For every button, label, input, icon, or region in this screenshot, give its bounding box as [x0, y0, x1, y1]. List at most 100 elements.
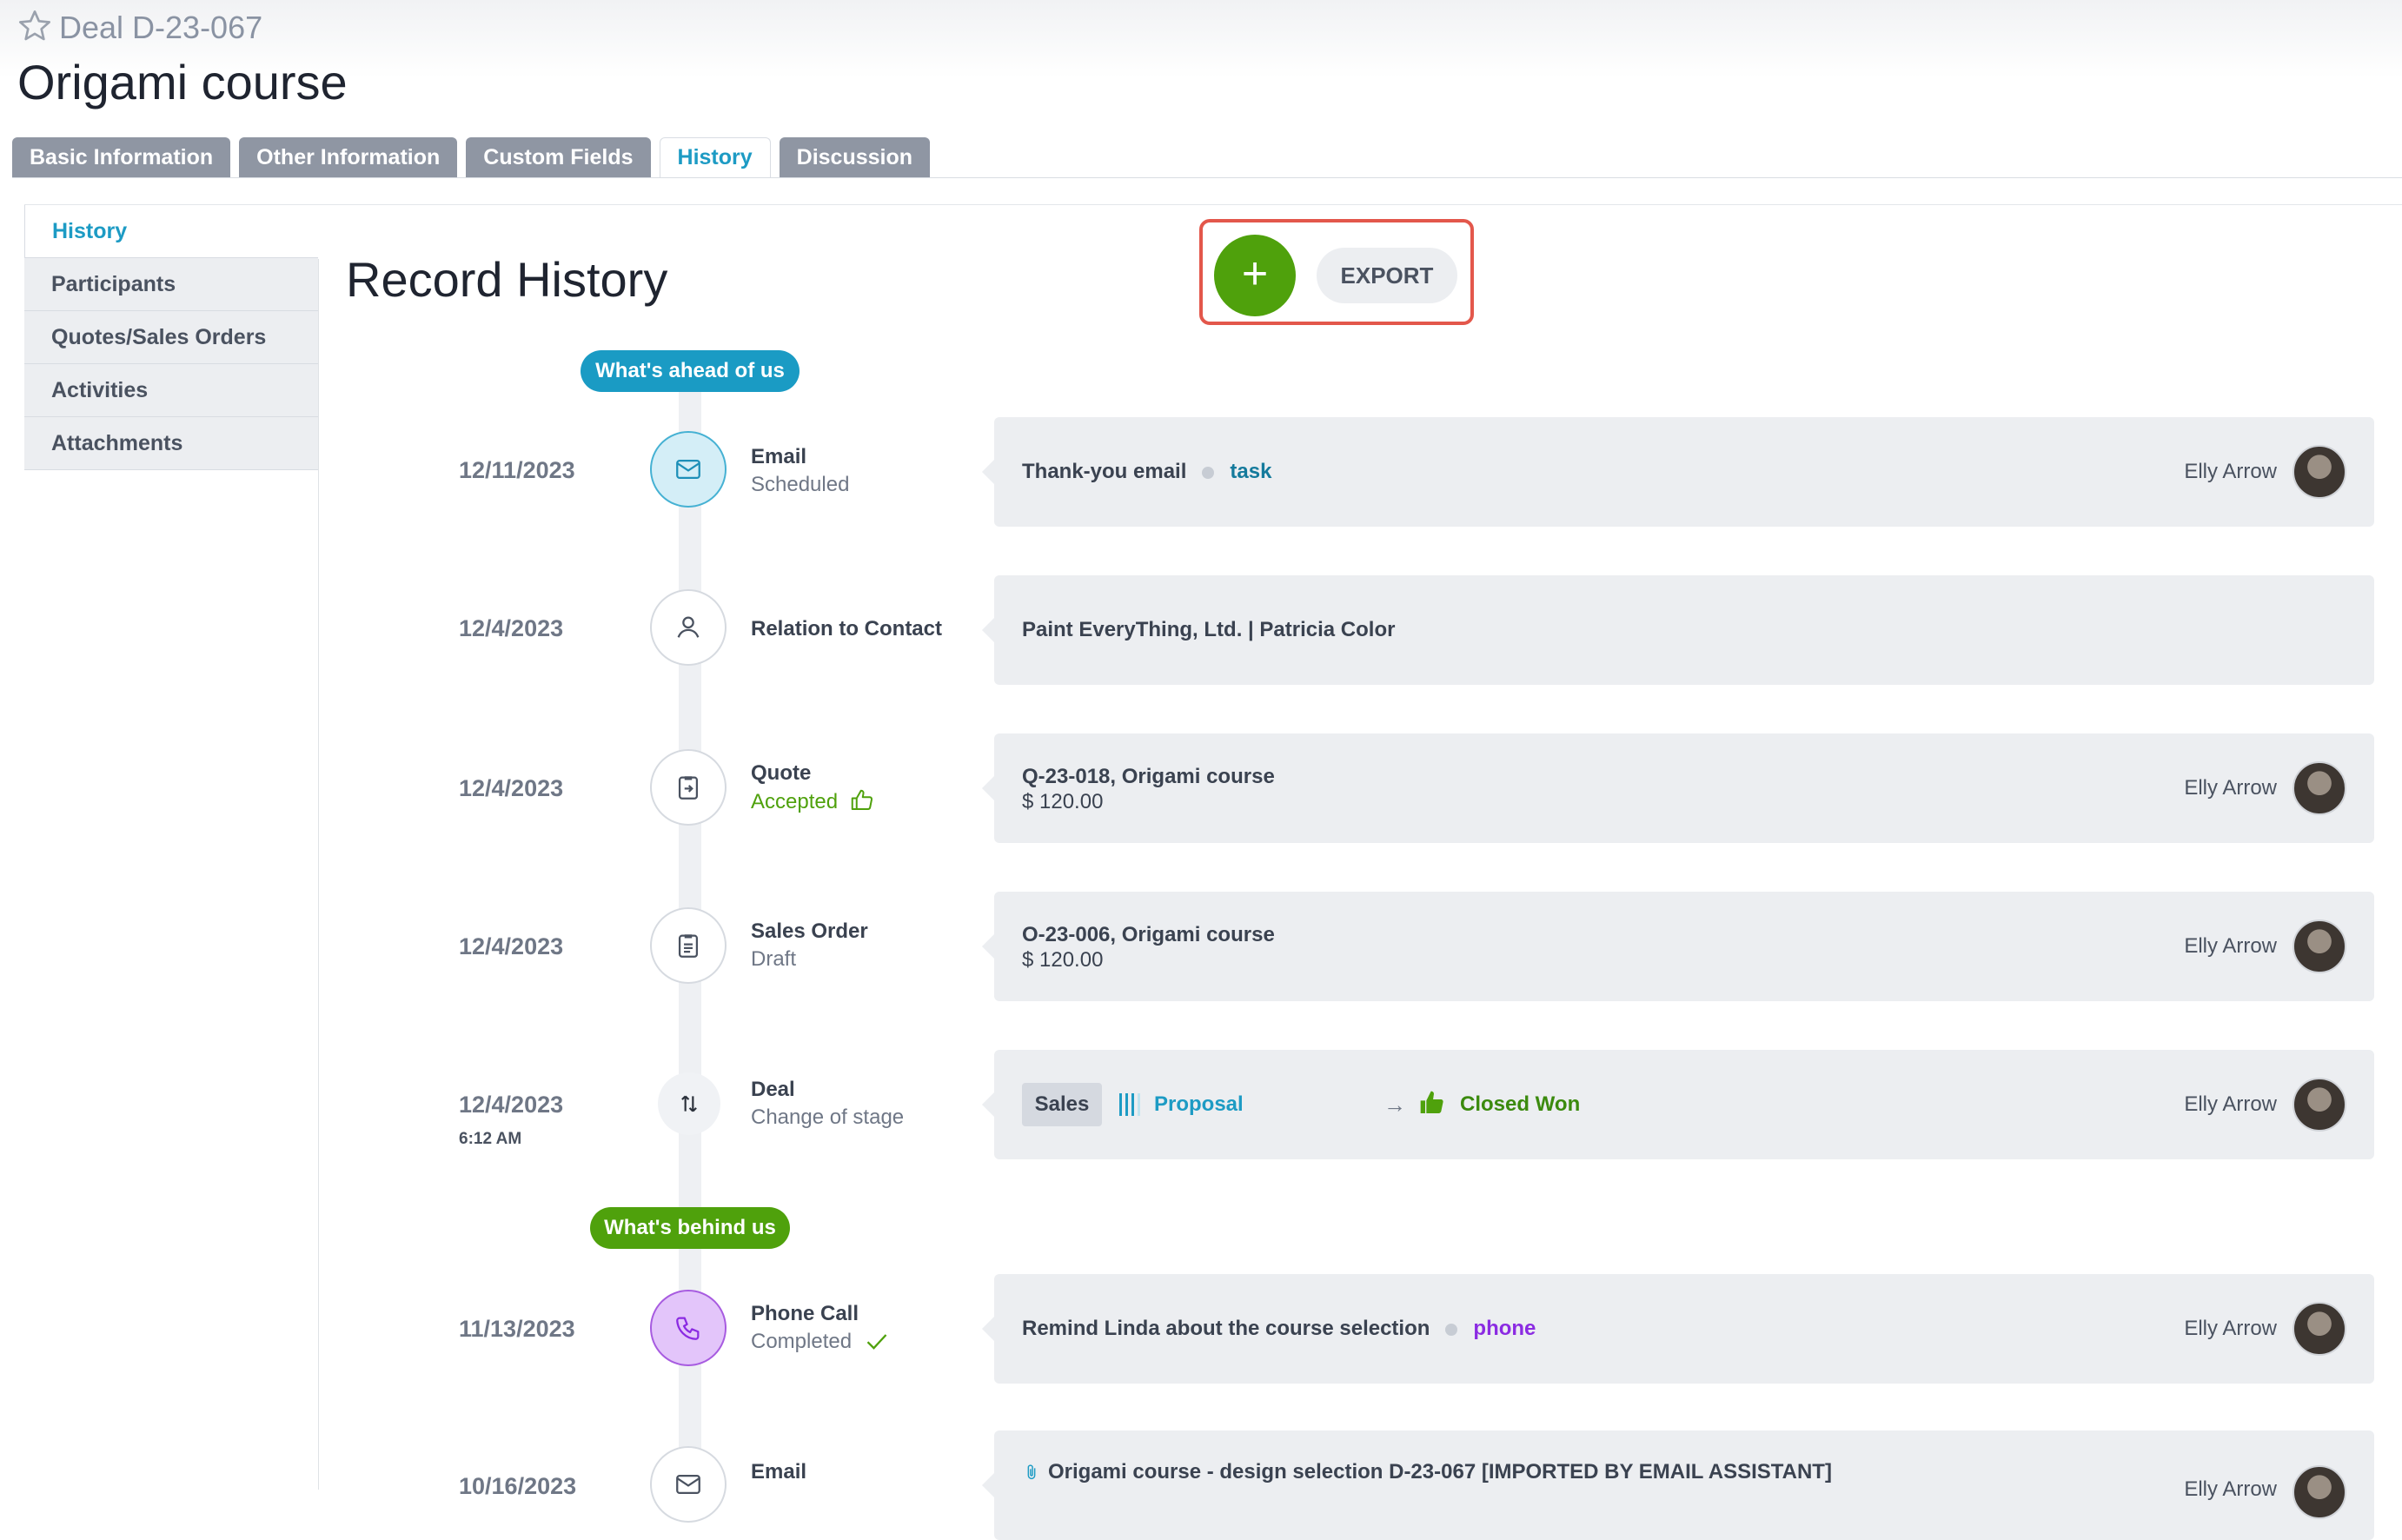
entry-amount: $ 120.00 — [1022, 948, 1104, 972]
entry-date: 12/11/2023 — [459, 457, 575, 483]
entry-date: 12/4/2023 — [459, 933, 564, 959]
entry-text[interactable]: Remind Linda about the course selection p… — [1022, 1315, 1536, 1343]
entry-date: 12/4/2023 — [459, 1092, 564, 1118]
entry-text[interactable]: Thank-you email task — [1022, 458, 1271, 486]
entry-time: 6:12 AM — [459, 1130, 522, 1148]
entry-date: 10/16/2023 — [459, 1473, 577, 1499]
entry-status: Change of stage — [751, 1105, 905, 1129]
tab-other-information[interactable]: Other Information — [239, 137, 458, 177]
to-stage: Closed Won — [1460, 1092, 1581, 1116]
entry-owner[interactable]: Elly Arrow — [2184, 1315, 2277, 1343]
entry-card[interactable]: Remind Linda about the course selection p… — [982, 1274, 2374, 1384]
entry-date: 12/4/2023 — [459, 615, 564, 641]
clipboard-icon — [678, 934, 699, 958]
entry-type: Sales Order — [751, 919, 868, 943]
tab-discussion[interactable]: Discussion — [779, 137, 931, 177]
entry-text[interactable]: Paint EveryThing, Ltd. | Patricia Color — [1022, 616, 1395, 644]
entry-owner[interactable]: Elly Arrow — [2184, 458, 2277, 486]
avatar[interactable] — [2293, 1302, 2346, 1356]
envelope-icon — [676, 1474, 700, 1495]
entry-owner[interactable]: Elly Arrow — [2184, 774, 2277, 802]
avatar[interactable] — [2293, 761, 2346, 815]
record-header — [0, 0, 2402, 78]
quote-node — [650, 749, 727, 826]
entry-date: 12/4/2023 — [459, 775, 564, 801]
entry-status-label: Accepted — [751, 790, 839, 813]
sidenav-item-activities[interactable]: Activities — [24, 364, 318, 417]
export-button[interactable]: EXPORT — [1317, 248, 1457, 303]
behind-label: What's behind us — [590, 1207, 790, 1249]
quote-icon — [678, 776, 699, 800]
stage-progress-icon — [1119, 1093, 1140, 1116]
person-icon — [677, 616, 700, 638]
entry-owner[interactable]: Elly Arrow — [2184, 1476, 2277, 1503]
entry-tag: phone — [1473, 1317, 1536, 1340]
entry-status: Draft — [751, 947, 797, 971]
entry-type: Email — [751, 445, 807, 468]
tab-history[interactable]: History — [659, 137, 771, 178]
avatar[interactable] — [2293, 1078, 2346, 1132]
timeline-entry-email-imported: 10/16/2023 Email Origami course - design… — [0, 1425, 2402, 1540]
timeline-entry-sales-order: 12/4/2023 Sales Order Draft O-23-006, Or… — [0, 888, 2402, 1001]
arrow-right-icon: → — [1383, 1092, 1406, 1118]
deal-id: Deal D-23-067 — [59, 10, 263, 45]
tab-custom-fields[interactable]: Custom Fields — [466, 137, 651, 177]
entry-owner[interactable]: Elly Arrow — [2184, 933, 2277, 960]
timeline-entry-quote: 12/4/2023 Quote Accepted Q-23-018, Origa… — [0, 730, 2402, 843]
checkmark-icon — [866, 1334, 887, 1350]
entry-tag: task — [1230, 460, 1272, 483]
sales-order-node — [650, 907, 727, 984]
entry-card[interactable]: Thank-you email task Elly Arrow — [982, 417, 2374, 527]
sidenav-item-quotes-sales-orders[interactable]: Quotes/Sales Orders — [24, 311, 318, 364]
separator-dot — [1202, 466, 1215, 479]
tab-bar: Basic Information Other Information Cust… — [12, 137, 931, 178]
timeline-entry-email-scheduled: 12/11/2023 Email Scheduled Thank-you ema… — [0, 414, 2402, 527]
sidenav-item-participants[interactable]: Participants — [24, 258, 318, 311]
entry-subject[interactable]: Remind Linda about the course selection — [1022, 1317, 1430, 1340]
add-record-button[interactable]: + — [1214, 235, 1296, 316]
entry-card[interactable]: O-23-006, Origami course $ 120.00 Elly A… — [982, 892, 2374, 1001]
avatar[interactable] — [2293, 445, 2346, 499]
tab-basic-information[interactable]: Basic Information — [12, 137, 231, 177]
entry-type: Phone Call — [751, 1302, 859, 1325]
entry-date: 11/13/2023 — [459, 1316, 575, 1342]
entry-status-label: Completed — [751, 1330, 853, 1353]
entry-card[interactable]: Q-23-018, Origami course $ 120.00 Elly A… — [982, 733, 2374, 843]
content-divider — [24, 204, 2402, 205]
entry-amount: $ 120.00 — [1022, 790, 1104, 813]
separator-dot — [1445, 1323, 1458, 1336]
thumbs-up-filled-icon — [1420, 1091, 1443, 1113]
email-node — [650, 431, 727, 508]
sidenav-item-history[interactable]: History — [24, 205, 318, 258]
entry-type: Quote — [751, 761, 812, 785]
entry-card[interactable]: Sales Proposal → Closed Won Elly Arrow — [982, 1050, 2374, 1159]
pipeline-badge: Sales — [1022, 1083, 1102, 1126]
ahead-label: What's ahead of us — [581, 350, 800, 392]
stage-change-node — [658, 1072, 720, 1135]
entry-status: Scheduled — [751, 473, 850, 496]
from-stage: Proposal — [1154, 1092, 1244, 1116]
tabs-divider — [12, 177, 2402, 178]
entry-card[interactable]: Origami course - design selection D-23-0… — [982, 1430, 2374, 1540]
entry-subject[interactable]: Thank-you email — [1022, 460, 1186, 483]
entry-text[interactable]: Q-23-018, Origami course — [1022, 763, 1275, 791]
page-title: Origami course — [17, 55, 348, 110]
timeline-entry-relation: 12/4/2023 Relation to Contact Paint Ever… — [0, 572, 2402, 685]
entry-subject[interactable]: Origami course - design selection D-23-0… — [1048, 1460, 1832, 1484]
entry-owner[interactable]: Elly Arrow — [2184, 1091, 2277, 1118]
phone-icon — [676, 1317, 700, 1340]
section-title: Record History — [346, 252, 668, 307]
email-node — [650, 1446, 727, 1523]
entry-text[interactable]: Origami course - design selection D-23-0… — [1022, 1458, 1832, 1486]
entry-card[interactable]: Paint EveryThing, Ltd. | Patricia Color — [982, 575, 2374, 685]
entry-text[interactable]: O-23-006, Origami course — [1022, 921, 1275, 949]
entry-type: Email — [751, 1460, 807, 1484]
avatar[interactable] — [2293, 1465, 2346, 1519]
entry-type: Relation to Contact — [751, 617, 942, 641]
avatar[interactable] — [2293, 919, 2346, 973]
phone-node — [650, 1290, 727, 1366]
star-icon[interactable] — [17, 9, 52, 43]
thumbs-up-icon — [851, 789, 873, 810]
entry-type: Deal — [751, 1078, 795, 1101]
timeline-entry-phone-call: 11/13/2023 Phone Call Completed Remind L… — [0, 1271, 2402, 1384]
